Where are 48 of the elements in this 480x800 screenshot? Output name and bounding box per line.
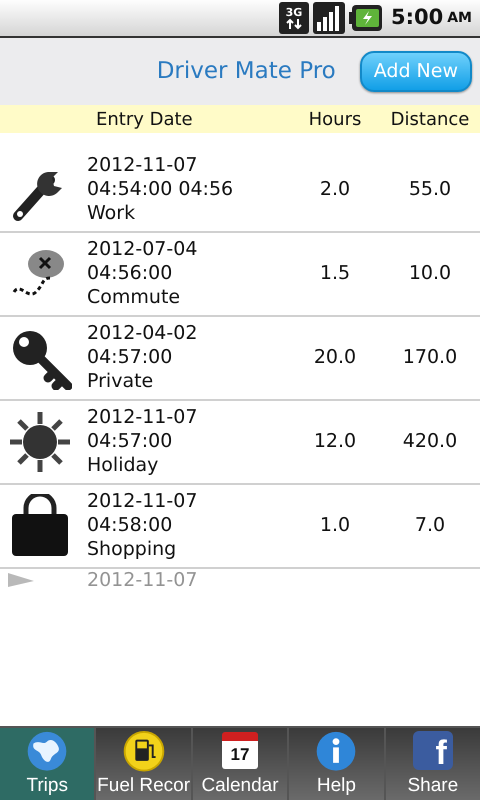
signal-icon — [312, 2, 345, 34]
entry-date: 2012-11-07 — [87, 569, 198, 593]
entry-time: 04:57:00 — [87, 346, 174, 370]
tab-button[interactable]: f Share — [386, 728, 480, 800]
icon-glyph: 17 — [230, 746, 250, 764]
entry-time: 04:57:00 — [87, 430, 174, 454]
entry-time: 04:58:00 — [87, 514, 174, 538]
distance-cell-text: 170.0 — [402, 346, 458, 370]
entry-date: 2012-11-07 — [87, 406, 198, 430]
column-header: Distance — [390, 108, 470, 132]
entry-date: 2012-11-07 — [87, 490, 198, 514]
clock: 5:00 — [390, 4, 444, 32]
app-title: Driver Mate Pro — [156, 57, 336, 86]
tab-button[interactable]: Help — [289, 728, 384, 800]
trip-category: Shopping — [87, 538, 178, 562]
hours-cell-text: 2.0 — [318, 178, 352, 202]
sun-icon — [8, 410, 72, 474]
hours-cell-text: 12.0 — [312, 430, 358, 454]
trip-category: Work — [87, 202, 136, 226]
distance-cell-text: 7.0 — [414, 514, 446, 538]
icon-glyph: f — [436, 736, 447, 770]
column-header: Hours — [308, 108, 362, 132]
entry-date: 2012-04-02 — [87, 322, 198, 346]
trip-category: Holiday — [87, 454, 160, 478]
entry-time: 04:56:00 — [87, 262, 174, 286]
entry-date: 2012-11-07 — [87, 154, 198, 178]
fuel-pump-icon — [122, 730, 166, 772]
distance-cell-text: 10.0 — [408, 262, 452, 286]
tab-button[interactable]: Trips — [0, 728, 94, 800]
clock-meridiem: AM — [447, 8, 472, 28]
entry-time: 04:54:00 04:56 — [87, 178, 234, 202]
trip-category: Commute — [87, 286, 182, 310]
tab-button[interactable]: Fuel Recor — [96, 728, 191, 800]
network-label: 3G — [286, 6, 302, 18]
distance-cell-text: 420.0 — [402, 430, 458, 454]
column-header: Entry Date — [96, 108, 194, 132]
hours-cell-text: 1.5 — [318, 262, 352, 286]
globe-icon — [25, 730, 70, 772]
hours-cell-text: 1.0 — [318, 514, 352, 538]
arrows-icon — [286, 18, 302, 30]
entry-date: 2012-07-04 — [87, 238, 198, 262]
hours-cell-text: 20.0 — [312, 346, 358, 370]
battery-icon — [348, 4, 383, 32]
info-icon — [314, 730, 358, 772]
tab-button[interactable]: 17 Calendar — [192, 728, 288, 800]
trip-category: Private — [87, 370, 154, 394]
flag-icon — [8, 573, 34, 587]
distance-cell-text: 55.0 — [408, 178, 452, 202]
